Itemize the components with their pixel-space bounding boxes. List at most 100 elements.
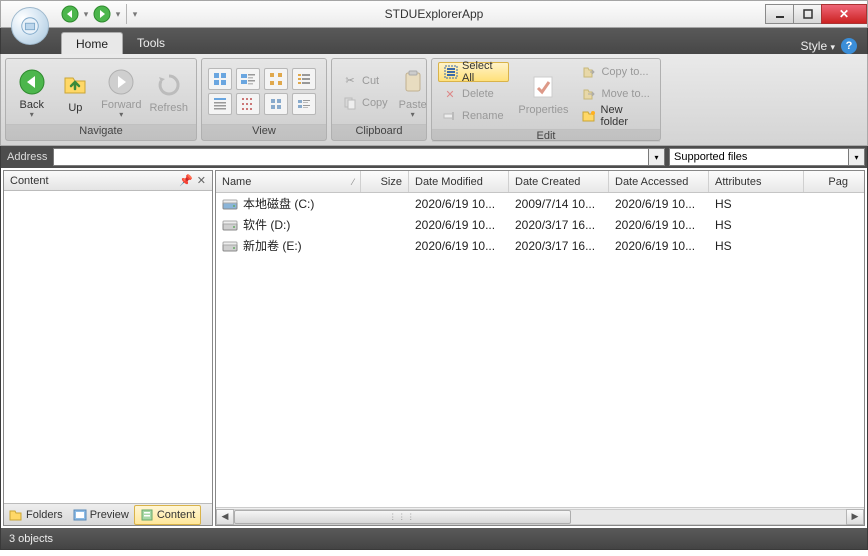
- drive-icon: [222, 197, 238, 211]
- new-folder-icon: [581, 108, 596, 124]
- horizontal-scrollbar[interactable]: ◀ ⋮⋮⋮ ▶: [216, 507, 864, 525]
- view-thumbnails-button[interactable]: [208, 68, 232, 90]
- maximize-button[interactable]: [793, 4, 821, 24]
- drive-icon: [222, 239, 238, 253]
- qat-back-dropdown[interactable]: ▾: [83, 4, 89, 24]
- back-button[interactable]: Back▾: [12, 65, 52, 119]
- title-bar: ▾ ▾ ▾ STDUExplorerApp ✕: [0, 0, 868, 28]
- select-all-button[interactable]: Select All: [438, 62, 509, 82]
- col-attributes[interactable]: Attributes: [709, 171, 804, 192]
- refresh-button[interactable]: Refresh: [147, 68, 190, 116]
- forward-button[interactable]: Forward▾: [99, 65, 143, 119]
- scroll-right-arrow[interactable]: ▶: [846, 509, 864, 525]
- left-pane: Content 📌 ✕ Folders Preview Content: [3, 170, 213, 526]
- maximize-icon: [803, 9, 813, 19]
- details-icon: [212, 96, 228, 112]
- scroll-track[interactable]: ⋮⋮⋮: [234, 509, 846, 525]
- tab-content[interactable]: Content: [134, 505, 202, 525]
- file-filter-dropdown[interactable]: ▾: [849, 148, 865, 166]
- view-small-icons-button[interactable]: [236, 93, 260, 115]
- new-folder-button[interactable]: New folder: [577, 106, 654, 126]
- row-date-modified: 2020/6/19 10...: [409, 197, 509, 211]
- table-row[interactable]: 本地磁盘 (C:)2020/6/19 10...2009/7/14 10...2…: [216, 193, 864, 214]
- file-list[interactable]: 本地磁盘 (C:)2020/6/19 10...2009/7/14 10...2…: [216, 193, 864, 507]
- delete-button[interactable]: ✕Delete: [438, 84, 509, 104]
- view-tiles-button[interactable]: [236, 68, 260, 90]
- close-button[interactable]: ✕: [821, 4, 867, 24]
- qat-separator: [126, 4, 127, 24]
- view-details-button[interactable]: [208, 93, 232, 115]
- row-date-modified: 2020/6/19 10...: [409, 239, 509, 253]
- paste-button[interactable]: Paste▾: [396, 65, 430, 119]
- col-name[interactable]: Name⁄: [216, 171, 361, 192]
- address-dropdown[interactable]: ▾: [649, 148, 665, 166]
- col-size[interactable]: Size: [361, 171, 409, 192]
- file-list-pane: Name⁄ Size Date Modified Date Created Da…: [215, 170, 865, 526]
- view-icons-button[interactable]: [264, 68, 288, 90]
- cut-button[interactable]: ✂Cut: [338, 71, 392, 91]
- qat-back-button[interactable]: [59, 4, 81, 24]
- arrow-left-circle-icon: [18, 68, 46, 96]
- folder-icon: [9, 508, 23, 522]
- drive-icon: [222, 218, 238, 232]
- sort-asc-icon: ⁄: [352, 177, 354, 187]
- qat-customize-dropdown[interactable]: ▾: [132, 4, 138, 24]
- qat-forward-button[interactable]: [91, 4, 113, 24]
- copy-to-icon: [581, 64, 597, 80]
- col-date-accessed[interactable]: Date Accessed: [609, 171, 709, 192]
- thumbnails-icon: [212, 71, 228, 87]
- left-pane-title: Content: [10, 175, 49, 187]
- table-row[interactable]: 新加卷 (E:) 2020/6/19 10...2020/3/17 16...20…: [216, 235, 864, 256]
- left-pane-tabs: Folders Preview Content: [4, 503, 212, 525]
- copy-to-button[interactable]: Copy to...: [577, 62, 654, 82]
- copy-icon: [342, 95, 358, 111]
- group-view: View: [201, 58, 327, 141]
- group-label-clipboard: Clipboard: [332, 124, 426, 140]
- pane-pin-button[interactable]: 📌: [179, 174, 193, 187]
- qat-forward-dropdown[interactable]: ▾: [115, 4, 121, 24]
- row-date-accessed: 2020/6/19 10...: [609, 239, 709, 253]
- tab-folders[interactable]: Folders: [4, 505, 68, 525]
- minimize-icon: [775, 9, 785, 19]
- window-title: STDUExplorerApp: [385, 7, 484, 21]
- app-menu-button[interactable]: [11, 7, 49, 45]
- ribbon-tabstrip: Home Tools Style ▾ ?: [0, 28, 868, 54]
- help-button[interactable]: ?: [841, 38, 857, 54]
- up-button[interactable]: Up: [56, 68, 96, 116]
- view-list-button[interactable]: [292, 68, 316, 90]
- file-filter-select[interactable]: Supported files: [669, 148, 849, 166]
- view-large-icons-button[interactable]: [292, 93, 316, 115]
- group-label-navigate: Navigate: [6, 124, 196, 140]
- address-input[interactable]: [53, 148, 649, 166]
- row-name: 本地磁盘 (C:): [243, 195, 314, 212]
- row-date-modified: 2020/6/19 10...: [409, 218, 509, 232]
- col-pages[interactable]: Pag: [804, 171, 854, 192]
- row-date-created: 2020/3/17 16...: [509, 239, 609, 253]
- col-date-created[interactable]: Date Created: [509, 171, 609, 192]
- icons-icon: [268, 71, 284, 87]
- table-row[interactable]: 软件 (D:)2020/6/19 10...2020/3/17 16...202…: [216, 214, 864, 235]
- style-menu[interactable]: Style ▾: [800, 39, 835, 53]
- view-medium-icons-button[interactable]: [264, 93, 288, 115]
- scroll-thumb[interactable]: ⋮⋮⋮: [234, 510, 571, 524]
- row-name: 新加卷 (E:): [243, 237, 302, 254]
- copy-button[interactable]: Copy: [338, 93, 392, 113]
- tab-home[interactable]: Home: [61, 32, 123, 54]
- pane-close-button[interactable]: ✕: [197, 174, 206, 187]
- minimize-button[interactable]: [765, 4, 793, 24]
- clipboard-icon: [400, 69, 426, 95]
- row-name: 软件 (D:): [243, 216, 290, 233]
- scroll-left-arrow[interactable]: ◀: [216, 509, 234, 525]
- move-to-button[interactable]: Move to...: [577, 84, 654, 104]
- list-icon: [296, 71, 312, 87]
- tab-preview[interactable]: Preview: [68, 505, 134, 525]
- rename-button[interactable]: Rename: [438, 106, 509, 126]
- properties-button[interactable]: Properties: [517, 70, 569, 118]
- col-date-modified[interactable]: Date Modified: [409, 171, 509, 192]
- tab-tools[interactable]: Tools: [123, 32, 179, 54]
- medium-icons-icon: [268, 96, 284, 112]
- scissors-icon: ✂: [342, 73, 358, 89]
- properties-icon: [530, 74, 556, 100]
- group-edit: Select All ✕Delete Rename Properties Cop…: [431, 58, 661, 141]
- chevron-down-icon: ▾: [830, 42, 835, 52]
